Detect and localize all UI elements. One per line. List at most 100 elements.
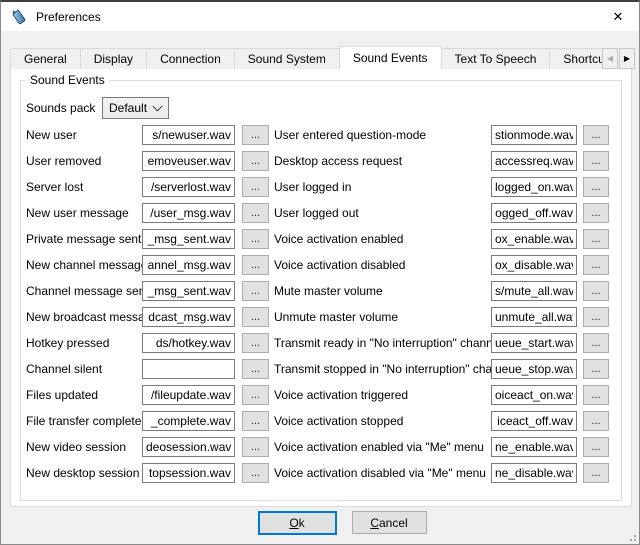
sound-file-input[interactable]	[142, 281, 235, 301]
sound-file-input[interactable]	[491, 359, 577, 379]
sound-event-label: Voice activation stopped	[274, 414, 491, 428]
sound-file-input[interactable]	[491, 177, 577, 197]
browse-button[interactable]: ...	[583, 125, 609, 145]
browse-button[interactable]: ...	[242, 151, 269, 171]
tab-general[interactable]: General	[10, 48, 81, 69]
sound-event-label: Transmit stopped in "No interruption" ch…	[274, 362, 491, 376]
chevron-left-icon: ◀	[607, 54, 613, 63]
sound-file-input[interactable]	[142, 177, 235, 197]
sound-file-input[interactable]	[491, 229, 577, 249]
sound-events-rows: New user...User entered question-mode...…	[21, 122, 621, 486]
sound-event-row: Files updated...Voice activation trigger…	[21, 382, 621, 408]
sound-event-row: New channel message...Voice activation d…	[21, 252, 621, 278]
sound-event-label: User logged in	[274, 180, 491, 194]
sound-file-input[interactable]	[142, 203, 235, 223]
sound-event-label: New desktop session	[26, 466, 142, 480]
sound-event-label: Hotkey pressed	[26, 336, 142, 350]
sound-file-input[interactable]	[491, 463, 577, 483]
chevron-right-icon: ▶	[624, 54, 630, 63]
sound-event-row: New user message...User logged out...	[21, 200, 621, 226]
browse-button[interactable]: ...	[583, 177, 609, 197]
browse-button[interactable]: ...	[242, 411, 269, 431]
sound-event-row: New user...User entered question-mode...	[21, 122, 621, 148]
sound-file-input[interactable]	[142, 385, 235, 405]
sounds-pack-value: Default	[109, 101, 154, 115]
sound-file-input[interactable]	[491, 281, 577, 301]
sound-file-input[interactable]	[142, 437, 235, 457]
sound-file-input[interactable]	[142, 411, 235, 431]
sound-event-label: Channel message sent	[26, 284, 142, 298]
sound-file-input[interactable]	[142, 333, 235, 353]
sound-event-label: Unmute master volume	[274, 310, 491, 324]
sound-event-row: Server lost...User logged in...	[21, 174, 621, 200]
sound-event-label: Transmit ready in "No interruption" chan…	[274, 336, 491, 350]
tab-text-to-speech[interactable]: Text To Speech	[441, 48, 551, 69]
sound-file-input[interactable]	[491, 203, 577, 223]
tab-shortcuts[interactable]: Shortcuts	[549, 48, 608, 69]
sound-file-input[interactable]	[491, 255, 577, 275]
browse-button[interactable]: ...	[583, 307, 609, 327]
tab-scroll-left-button[interactable]: ◀	[602, 48, 618, 69]
browse-button[interactable]: ...	[583, 463, 609, 483]
sound-event-label: User removed	[26, 154, 142, 168]
tab-scroll-right-button[interactable]: ▶	[619, 48, 635, 69]
sounds-pack-label: Sounds pack	[26, 101, 102, 115]
tab-sound-events[interactable]: Sound Events	[339, 46, 442, 69]
browse-button[interactable]: ...	[583, 151, 609, 171]
sound-event-row: New video session...Voice activation ena…	[21, 434, 621, 460]
sound-file-input[interactable]	[142, 229, 235, 249]
browse-button[interactable]: ...	[242, 385, 269, 405]
browse-button[interactable]: ...	[242, 437, 269, 457]
close-button[interactable]: ✕	[597, 2, 639, 31]
sound-file-input[interactable]	[491, 125, 577, 145]
browse-button[interactable]: ...	[242, 203, 269, 223]
sound-file-input[interactable]	[142, 125, 235, 145]
sounds-pack-select[interactable]: Default	[102, 97, 169, 119]
dialog-footer: Ok Cancel	[23, 511, 640, 535]
browse-button[interactable]: ...	[242, 229, 269, 249]
sound-file-input[interactable]	[491, 151, 577, 171]
sound-file-input[interactable]	[491, 437, 577, 457]
browse-button[interactable]: ...	[583, 411, 609, 431]
sound-file-input[interactable]	[491, 307, 577, 327]
group-title: Sound Events	[26, 73, 109, 87]
browse-button[interactable]: ...	[583, 229, 609, 249]
cancel-button[interactable]: Cancel	[352, 511, 427, 534]
sound-file-input[interactable]	[142, 307, 235, 327]
sound-event-label: Voice activation disabled via "Me" menu	[274, 466, 491, 480]
tab-display[interactable]: Display	[80, 48, 147, 69]
browse-button[interactable]: ...	[242, 463, 269, 483]
resize-grip[interactable]	[626, 531, 636, 541]
browse-button[interactable]: ...	[583, 203, 609, 223]
tab-bar: GeneralDisplayConnectionSound SystemSoun…	[10, 46, 608, 69]
tab-connection[interactable]: Connection	[146, 48, 235, 69]
sound-event-label: User logged out	[274, 206, 491, 220]
browse-button[interactable]: ...	[583, 333, 609, 353]
browse-button[interactable]: ...	[242, 177, 269, 197]
sound-file-input[interactable]	[142, 359, 235, 379]
browse-button[interactable]: ...	[583, 255, 609, 275]
ok-button[interactable]: Ok	[258, 511, 337, 535]
sound-file-input[interactable]	[491, 333, 577, 353]
browse-button[interactable]: ...	[583, 281, 609, 301]
browse-button[interactable]: ...	[242, 125, 269, 145]
sound-file-input[interactable]	[491, 385, 577, 405]
sound-event-row: Channel silent...Transmit stopped in "No…	[21, 356, 621, 382]
browse-button[interactable]: ...	[583, 359, 609, 379]
browse-button[interactable]: ...	[583, 385, 609, 405]
browse-button[interactable]: ...	[242, 281, 269, 301]
tab-sound-system[interactable]: Sound System	[234, 48, 340, 69]
browse-button[interactable]: ...	[242, 359, 269, 379]
sound-file-input[interactable]	[491, 411, 577, 431]
browse-button[interactable]: ...	[242, 333, 269, 353]
sound-event-row: Hotkey pressed... Transmit ready in "No i…	[21, 330, 621, 356]
browse-button[interactable]: ...	[242, 307, 269, 327]
chevron-down-icon	[153, 101, 163, 111]
sound-file-input[interactable]	[142, 151, 235, 171]
sound-file-input[interactable]	[142, 463, 235, 483]
browse-button[interactable]: ...	[242, 255, 269, 275]
sound-event-label: Voice activation disabled	[274, 258, 491, 272]
sound-file-input[interactable]	[142, 255, 235, 275]
sound-event-label: Private message sent	[26, 232, 142, 246]
browse-button[interactable]: ...	[583, 437, 609, 457]
